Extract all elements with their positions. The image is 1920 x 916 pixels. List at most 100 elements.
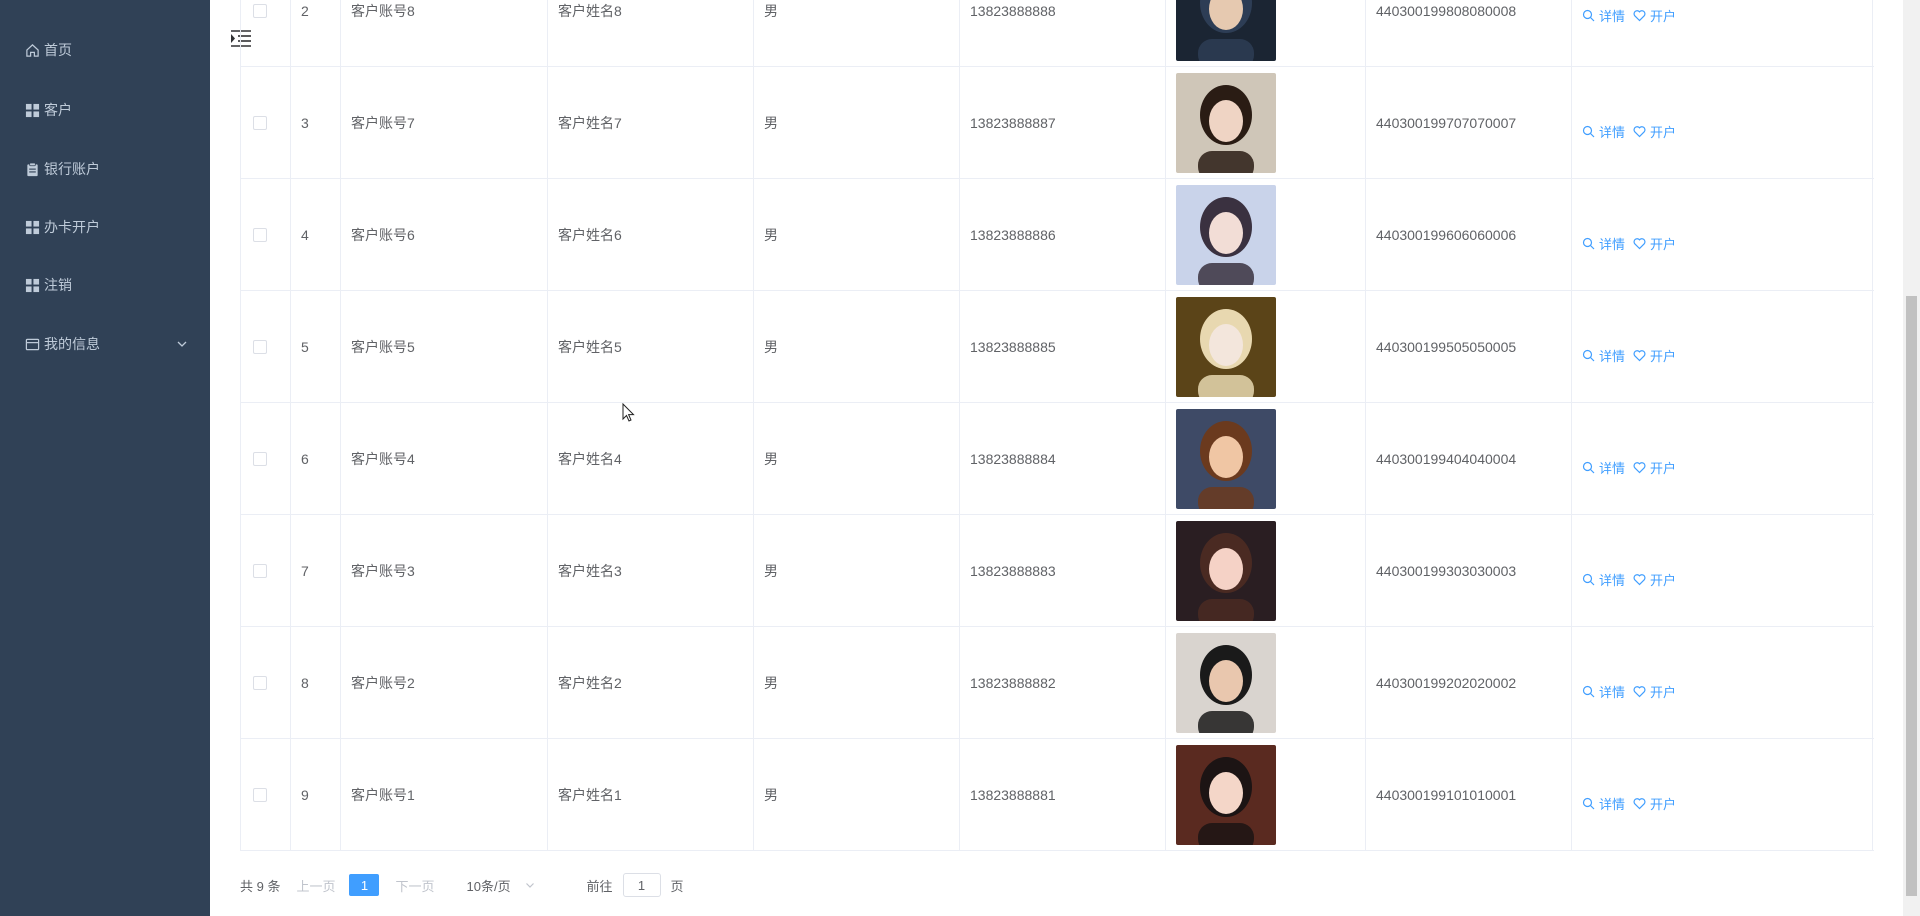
grid-icon [24,219,40,235]
search-icon [1582,349,1595,362]
scrollbar-thumb[interactable] [1906,296,1917,896]
main-content: 2 客户账号8 客户姓名8 男 13823888888 44030019980808000… [210,0,1920,916]
cell-photo [1166,403,1366,515]
search-icon [1582,573,1595,586]
search-icon [1582,125,1595,138]
row-checkbox[interactable] [253,228,267,242]
detail-button[interactable]: 详情 [1582,570,1625,589]
account-text: 客户账号6 [351,227,415,243]
customer-table: 2 客户账号8 客户姓名8 男 13823888888 44030019980808000… [240,0,1874,851]
cell-photo [1166,0,1366,67]
cell-id-number: 440300199808080008 [1366,0,1572,67]
open-account-button[interactable]: 开户 [1633,794,1676,813]
id-number-text: 440300199808080008 [1376,3,1517,19]
detail-button[interactable]: 详情 [1582,682,1625,701]
chevron-down-icon [177,341,187,347]
gender-text: 男 [764,675,778,691]
cell-gender: 男 [754,179,960,291]
customer-photo [1176,521,1276,621]
cell-actions: 详情 开户 [1572,403,1874,515]
row-checkbox[interactable] [253,788,267,802]
sidebar-item-bank-account[interactable]: 银行账户 [0,141,210,197]
search-icon [1582,237,1595,250]
cell-account: 客户账号5 [341,291,548,403]
cell-checkbox [241,739,291,851]
cell-index: 6 [291,403,341,515]
cell-index: 8 [291,627,341,739]
customer-photo [1176,73,1276,173]
table-row: 3 客户账号7 客户姓名7 男 13823888887 44030019970707000… [241,67,1874,179]
cell-checkbox [241,515,291,627]
sidebar-item-label: 银行账户 [44,161,100,177]
sidebar-item-customer[interactable]: 客户 [0,82,210,138]
next-page-button[interactable]: 下一页 [395,876,434,895]
page-number-button[interactable]: 1 [349,874,380,896]
scrollbar[interactable] [1903,0,1920,916]
gender-text: 男 [764,563,778,579]
open-account-label: 开户 [1650,237,1677,252]
page-size-select[interactable]: 10条/页 [467,873,557,897]
phone-text: 13823888887 [970,115,1056,131]
name-text: 客户姓名1 [558,787,622,803]
row-checkbox[interactable] [253,116,267,130]
detail-button[interactable]: 详情 [1582,234,1625,253]
cell-id-number: 440300199101010001 [1366,739,1572,851]
name-text: 客户姓名2 [558,675,622,691]
open-account-button[interactable]: 开户 [1633,682,1676,701]
open-account-button[interactable]: 开户 [1633,570,1676,589]
row-checkbox[interactable] [253,4,267,18]
cell-gender: 男 [754,515,960,627]
goto-page-input[interactable] [622,873,661,897]
detail-label: 详情 [1599,349,1626,364]
cell-index: 2 [291,0,341,67]
cell-photo [1166,67,1366,179]
sidebar-item-home[interactable]: 首页 [0,22,210,78]
sidebar-item-card-opening[interactable]: 办卡开户 [0,199,210,255]
sidebar-item-label: 首页 [44,42,72,58]
phone-text: 13823888881 [970,787,1056,803]
heart-icon [1633,350,1646,362]
detail-button[interactable]: 详情 [1582,458,1625,477]
detail-button[interactable]: 详情 [1582,346,1625,365]
table-row: 2 客户账号8 客户姓名8 男 13823888888 44030019980808000… [241,0,1874,67]
open-account-button[interactable]: 开户 [1633,346,1676,365]
phone-text: 13823888885 [970,339,1056,355]
detail-button[interactable]: 详情 [1582,794,1625,813]
table-row: 9 客户账号1 客户姓名1 男 13823888881 44030019910101000… [241,739,1874,851]
open-account-button[interactable]: 开户 [1633,234,1676,253]
cell-checkbox [241,291,291,403]
account-text: 客户账号2 [351,675,415,691]
cell-account: 客户账号2 [341,627,548,739]
id-number-text: 440300199101010001 [1376,787,1517,803]
sidebar-item-my-info[interactable]: 我的信息 [0,316,210,372]
open-account-button[interactable]: 开户 [1633,122,1676,141]
cell-phone: 13823888884 [960,403,1166,515]
detail-button[interactable]: 详情 [1582,6,1625,25]
cell-phone: 13823888886 [960,179,1166,291]
open-account-label: 开户 [1650,685,1677,700]
sidebar-item-cancel[interactable]: 注销 [0,257,210,313]
cell-name: 客户姓名7 [548,67,754,179]
gender-text: 男 [764,787,778,803]
cell-actions: 详情 开户 [1572,179,1874,291]
detail-button[interactable]: 详情 [1582,122,1625,141]
phone-text: 13823888886 [970,227,1056,243]
heart-icon [1633,574,1646,586]
cell-name: 客户姓名5 [548,291,754,403]
row-checkbox[interactable] [253,676,267,690]
grid-icon [24,277,40,293]
pagination-total: 共 9 条 [240,878,281,894]
mouse-cursor-icon [622,403,635,422]
open-account-button[interactable]: 开户 [1633,458,1676,477]
id-number-text: 440300199707070007 [1376,115,1517,131]
prev-page-button[interactable]: 上一页 [296,876,335,895]
open-account-label: 开户 [1650,9,1677,24]
open-account-button[interactable]: 开户 [1633,6,1676,25]
cell-account: 客户账号8 [341,0,548,67]
cell-actions: 详情 开户 [1572,0,1874,67]
gender-text: 男 [764,451,778,467]
cell-name: 客户姓名3 [548,515,754,627]
row-checkbox[interactable] [253,564,267,578]
row-checkbox[interactable] [253,340,267,354]
row-checkbox[interactable] [253,452,267,466]
